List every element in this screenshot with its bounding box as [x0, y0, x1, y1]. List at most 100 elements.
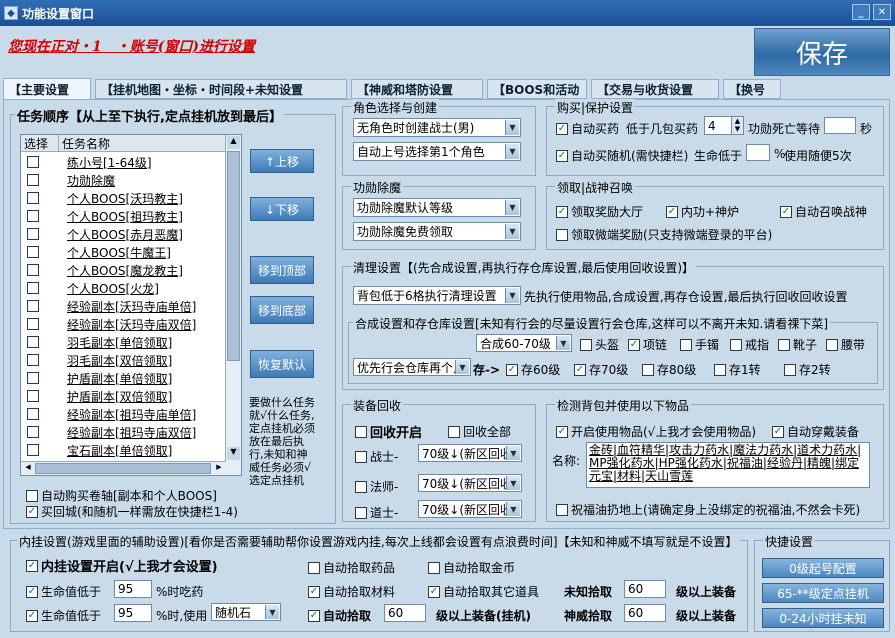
scroll-up-icon[interactable]: ▲: [227, 136, 240, 149]
store-80-checkbox[interactable]: 存80级: [642, 361, 696, 378]
move-up-button[interactable]: ↑上移: [250, 149, 314, 173]
task-checkbox[interactable]: [27, 336, 39, 348]
hp1-checkbox[interactable]: ✓ 生命值低于: [26, 583, 101, 600]
table-row[interactable]: 经验副本[祖玛寺庙双倍]: [21, 423, 226, 441]
title-bar[interactable]: ◆ 功能设置窗口 _ ✕: [0, 0, 895, 26]
unknown-pick-input[interactable]: 60: [624, 580, 666, 598]
chevron-down-icon[interactable]: ▼: [506, 446, 520, 460]
bracelet-checkbox[interactable]: 手镯: [680, 336, 719, 353]
chevron-down-icon[interactable]: ▼: [505, 200, 519, 215]
table-row[interactable]: 个人BOOS[祖玛教主]: [21, 207, 226, 225]
tab-switch[interactable]: 【换号: [723, 79, 781, 99]
merit-free-select[interactable]: 功勋除魔免费领取 ▼: [353, 222, 521, 241]
spinner-icon[interactable]: ▲ ▼: [731, 117, 743, 134]
recycle-open-checkbox[interactable]: 回收开启: [355, 422, 422, 441]
task-checkbox[interactable]: [27, 390, 39, 402]
tab-map[interactable]: 【挂机地图・坐标・时间段+未知设置: [95, 79, 347, 99]
quick-fixed-hang-button[interactable]: 65-**级定点挂机: [762, 583, 884, 603]
task-list-vscroll[interactable]: ▲ ▼: [225, 135, 241, 475]
warrior-select[interactable]: 70级↓(新区回收 ▼: [418, 444, 522, 462]
table-row[interactable]: 个人BOOS[魔龙教主]: [21, 261, 226, 279]
quick-level0-button[interactable]: 0级起号配置: [762, 558, 884, 578]
task-checkbox[interactable]: [27, 354, 39, 366]
close-icon[interactable]: ✕: [873, 4, 891, 20]
move-down-button[interactable]: ↓下移: [250, 197, 314, 221]
task-checkbox[interactable]: [27, 192, 39, 204]
clean-select[interactable]: 背包低于6格执行清理设置 ▼: [353, 286, 521, 305]
table-row[interactable]: 羽毛副本[双倍领取]: [21, 351, 226, 369]
boots-checkbox[interactable]: 靴子: [778, 336, 817, 353]
shenwei-pick-input[interactable]: 60: [624, 604, 666, 622]
chevron-down-icon[interactable]: ▼: [505, 288, 519, 303]
task-checkbox[interactable]: [27, 210, 39, 222]
scroll-down-icon[interactable]: ▼: [227, 447, 240, 460]
chevron-down-icon[interactable]: ▼: [265, 605, 279, 619]
compose-select[interactable]: 合成60-70级 ▼: [476, 334, 572, 352]
task-checkbox[interactable]: [27, 372, 39, 384]
auto-buy-rand-checkbox[interactable]: ✓ 自动买随机(需快捷栏): [556, 147, 688, 164]
return-city-checkbox[interactable]: ✓ 买回城(和随机一样需放在快捷栏1-4): [26, 503, 238, 520]
names-textarea[interactable]: 金砖|血符精华|攻击力药水|魔法力药水|道术力药水|MP强化药水|HP强化药水|…: [586, 442, 870, 488]
task-checkbox[interactable]: [27, 282, 39, 294]
auto-wear-checkbox[interactable]: ✓ 自动穿戴装备: [772, 423, 859, 440]
task-checkbox[interactable]: [27, 264, 39, 276]
table-row[interactable]: 经验副本[祖玛寺庙单倍]: [21, 405, 226, 423]
recycle-all-checkbox[interactable]: 回收全部: [448, 423, 511, 440]
tab-shenwei[interactable]: 【神威和塔防设置: [351, 79, 483, 99]
task-checkbox[interactable]: [27, 174, 39, 186]
hscroll-thumb[interactable]: [35, 463, 211, 474]
inner-open-checkbox[interactable]: ✓ 内挂设置开启(√上我才会设置): [26, 556, 218, 575]
necklace-checkbox[interactable]: ✓ 项链: [628, 336, 667, 353]
table-row[interactable]: 个人BOOS[赤月恶魔]: [21, 225, 226, 243]
taoist-checkbox[interactable]: 道士-: [355, 504, 398, 521]
table-row[interactable]: 经验副本[沃玛寺庙双倍]: [21, 315, 226, 333]
table-row[interactable]: 个人BOOS[沃玛教主]: [21, 189, 226, 207]
store-1zhuan-checkbox[interactable]: 存1转: [714, 361, 761, 378]
auto-buy-drug-checkbox[interactable]: ✓ 自动买药: [556, 120, 619, 137]
chevron-down-icon[interactable]: ▼: [505, 144, 519, 159]
save-button[interactable]: 保存: [754, 28, 890, 76]
create-role-select[interactable]: 无角色时创建战士(男) ▼: [353, 118, 521, 137]
task-checkbox[interactable]: [27, 156, 39, 168]
warrior-checkbox[interactable]: 战士-: [355, 448, 398, 465]
bless-drop-checkbox[interactable]: 祝福油扔地上(请确定身上没绑定的祝福油,不然会卡死): [556, 501, 860, 518]
task-checkbox[interactable]: [27, 408, 39, 420]
low-pack-input[interactable]: 4 ▲ ▼: [704, 116, 744, 135]
table-row[interactable]: 宝石副本[单倍领取]: [21, 441, 226, 459]
chevron-down-icon[interactable]: ▼: [506, 502, 520, 516]
task-checkbox[interactable]: [27, 444, 39, 456]
scroll-thumb[interactable]: [227, 151, 240, 361]
merit-wait-input[interactable]: [824, 117, 856, 134]
pick-other-checkbox[interactable]: ✓ 自动拾取其它道具: [428, 583, 539, 600]
pick-drug-checkbox[interactable]: 自动拾取药品: [308, 559, 395, 576]
task-list[interactable]: 选择 任务名称 练小号[1-64级] 功勋除魔 个人BOOS[沃玛教主] 个人BOOS…: [20, 134, 242, 476]
task-checkbox[interactable]: [27, 318, 39, 330]
quick-24h-button[interactable]: 0-24小时挂未知: [762, 608, 884, 628]
tab-trade[interactable]: 【交易与收货设置: [591, 79, 719, 99]
task-checkbox[interactable]: [27, 300, 39, 312]
task-checkbox[interactable]: [27, 246, 39, 258]
pick-material-checkbox[interactable]: ✓ 自动拾取材料: [308, 583, 395, 600]
mage-select[interactable]: 70级↓(新区回收 ▼: [418, 474, 522, 492]
ring-checkbox[interactable]: 戒指: [730, 336, 769, 353]
inner-furnace-checkbox[interactable]: ✓ 内功+神炉: [666, 203, 739, 220]
scroll-left-icon[interactable]: ◀: [22, 463, 34, 474]
store-70-checkbox[interactable]: ✓ 存70级: [574, 361, 628, 378]
scroll-right-icon[interactable]: ▶: [213, 463, 225, 474]
mage-checkbox[interactable]: 法师-: [355, 478, 398, 495]
checkbox-box[interactable]: ✓: [26, 505, 38, 518]
use-item-checkbox[interactable]: ✓ 开启使用物品(√上我才会使用物品): [556, 423, 756, 440]
hp2-checkbox[interactable]: ✓ 生命值低于: [26, 607, 101, 624]
table-row[interactable]: 个人BOOS[火龙]: [21, 279, 226, 297]
table-row[interactable]: 个人BOOS[牛魔王]: [21, 243, 226, 261]
tab-boos[interactable]: 【BOOS和活动: [487, 79, 587, 99]
merit-level-select[interactable]: 功勋除魔默认等级 ▼: [353, 198, 521, 217]
store-2zhuan-checkbox[interactable]: 存2转: [784, 361, 831, 378]
table-row[interactable]: 护盾副本[单倍领取]: [21, 369, 226, 387]
table-row[interactable]: 功勋除魔: [21, 171, 226, 189]
table-row[interactable]: 练小号[1-64级]: [21, 153, 226, 171]
belt-checkbox[interactable]: 腰带: [826, 336, 865, 353]
auto-pick-input[interactable]: 60: [384, 604, 426, 622]
table-row[interactable]: 羽毛副本[单倍领取]: [21, 333, 226, 351]
auto-buy-scroll-checkbox[interactable]: 自动购买卷轴[副本和个人BOOS]: [26, 487, 217, 504]
